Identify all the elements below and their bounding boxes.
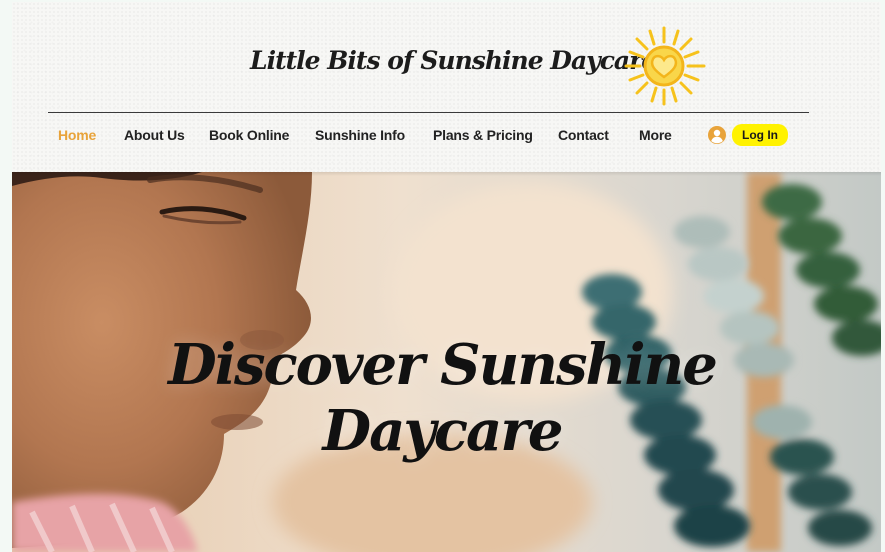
nav-item-sunshine-info[interactable]: Sunshine Info xyxy=(315,120,405,150)
nav-item-plans-pricing[interactable]: Plans & Pricing xyxy=(433,120,533,150)
user-avatar-icon[interactable] xyxy=(708,126,726,144)
site-header: Little Bits of Sunshine Daycare Home Abo… xyxy=(12,2,881,172)
hero-section: Discover Sunshine Daycare xyxy=(12,172,881,552)
nav-item-contact[interactable]: Contact xyxy=(558,120,609,150)
header-divider xyxy=(48,112,809,113)
sun-heart-icon[interactable] xyxy=(618,22,710,110)
nav-item-book-online[interactable]: Book Online xyxy=(209,120,289,150)
hero-title: Discover Sunshine Daycare xyxy=(168,332,718,464)
nav-item-more[interactable]: More xyxy=(639,120,672,150)
login-label[interactable]: Log In xyxy=(732,124,788,146)
nav-item-about-us[interactable]: About Us xyxy=(124,120,185,150)
nav-item-home[interactable]: Home xyxy=(58,120,96,150)
hero-top-shadow xyxy=(12,172,881,176)
site-title[interactable]: Little Bits of Sunshine Daycare xyxy=(250,46,657,75)
page-frame: Little Bits of Sunshine Daycare Home Abo… xyxy=(12,2,881,552)
